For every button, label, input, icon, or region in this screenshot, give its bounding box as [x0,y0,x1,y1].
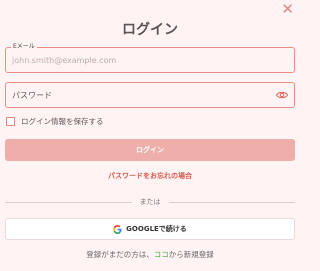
divider-line-right [168,201,295,203]
dialog-title: ログイン [122,22,178,38]
google-button-label: GOOGLEで続ける [126,225,187,233]
password-input[interactable] [12,83,262,107]
divider-label: または [139,198,161,206]
signup-suffix: から新規登録 [168,250,214,259]
password-field[interactable] [5,82,295,108]
signup-link[interactable]: ココ [154,250,169,259]
close-icon[interactable]: ✕ [281,2,294,17]
login-button[interactable]: ログイン [5,139,295,161]
remember-label: ログイン情報を保存する [21,116,104,126]
remember-checkbox[interactable] [6,116,15,126]
google-signin-button[interactable]: GOOGLEで続ける [5,218,295,240]
forgot-password-link[interactable]: パスワードをお忘れの場合 [0,171,300,181]
remember-me[interactable]: ログイン情報を保存する [6,115,104,127]
google-icon [113,224,122,234]
or-divider: または [5,197,295,207]
signup-prefix: 登録がまだの方は、 [86,250,154,259]
email-input[interactable] [12,48,262,72]
signup-prompt: 登録がまだの方は、ココから新規登録 [0,249,300,260]
email-field[interactable]: Eメール [5,42,295,73]
divider-line-left [5,201,132,203]
eye-icon[interactable] [276,90,288,100]
